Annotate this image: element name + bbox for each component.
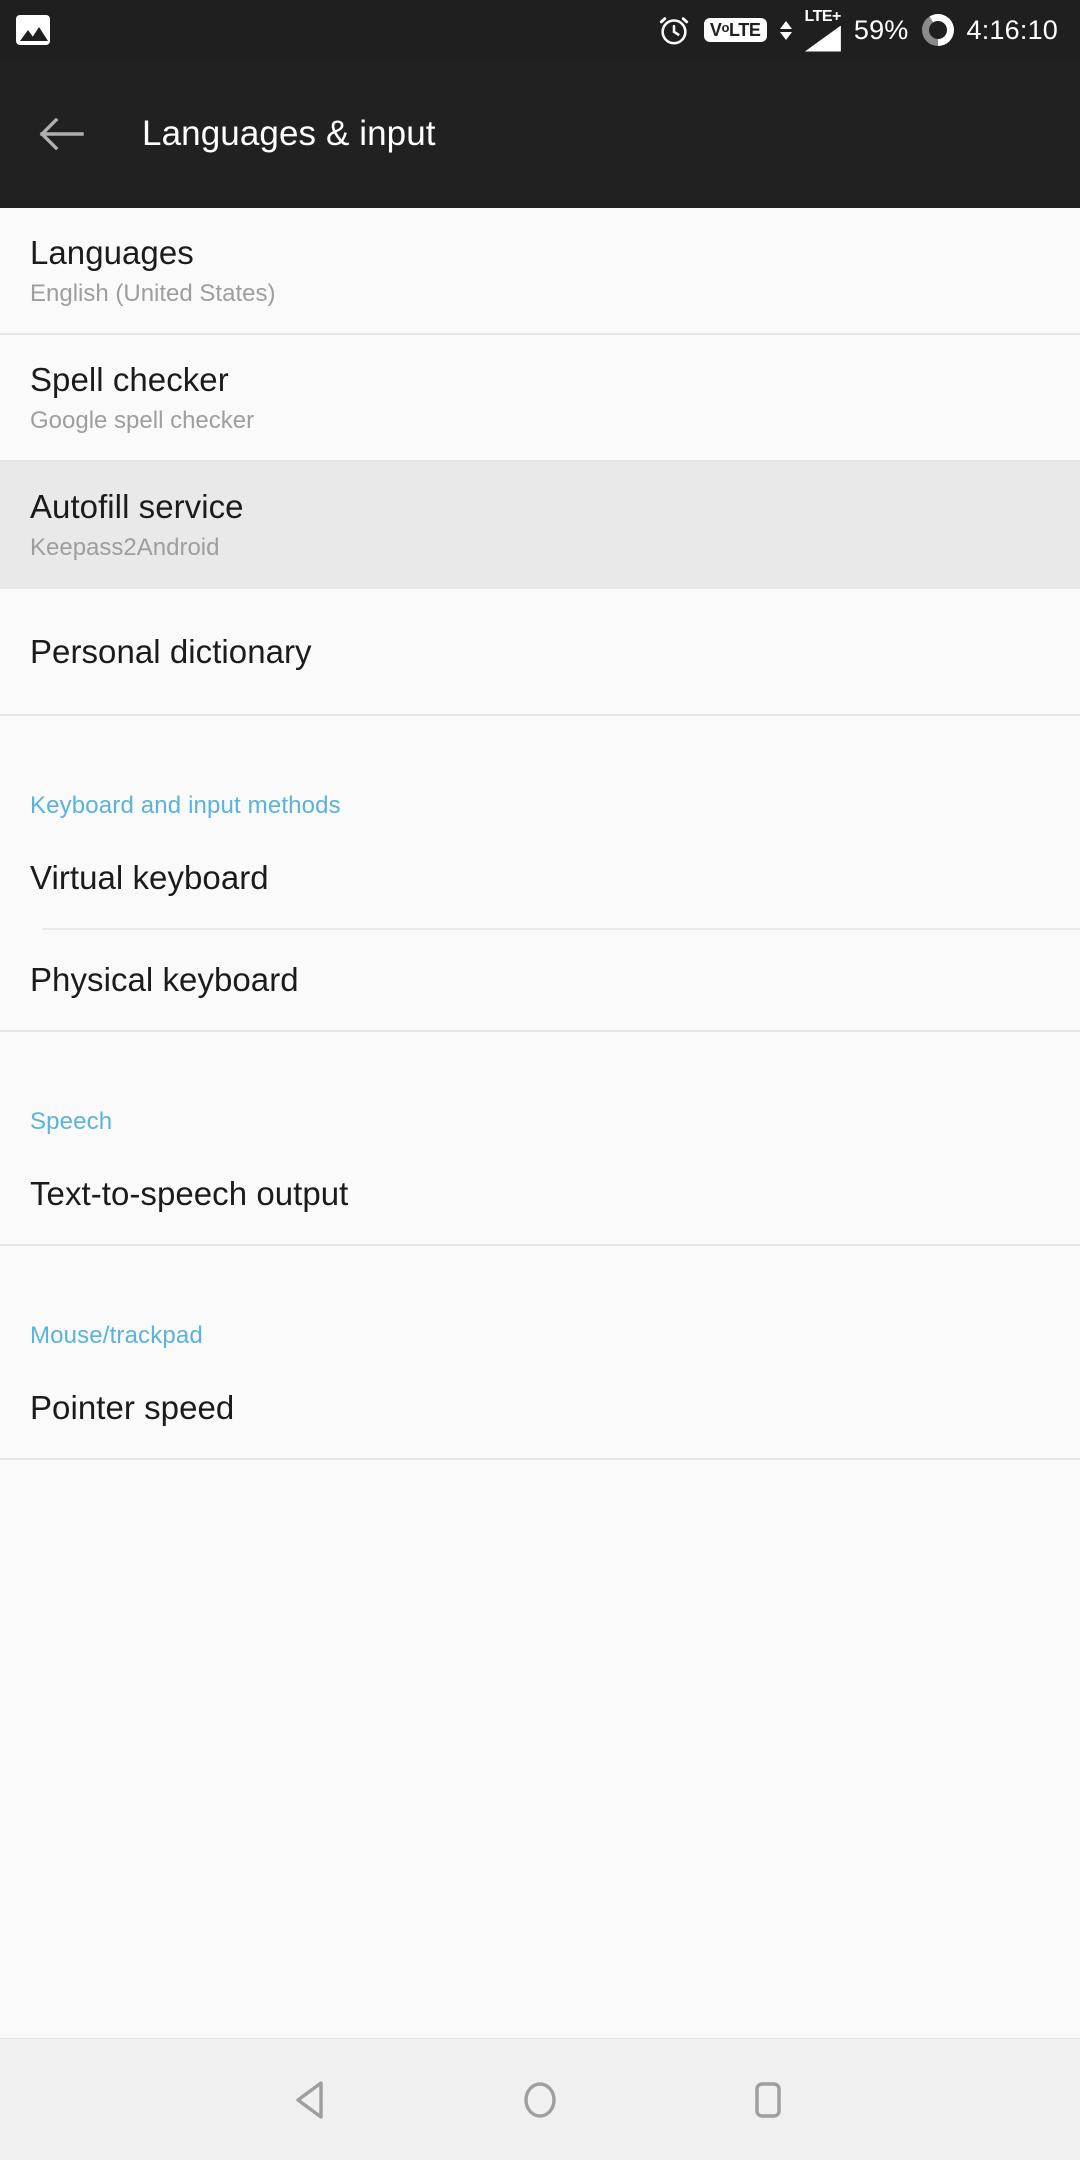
status-bar-system-icons: VoLTE LTE+ 59% 4:16:10	[657, 7, 1058, 52]
row-title: Pointer speed	[30, 1389, 235, 1427]
section-header-mouse-trackpad: Mouse/trackpad	[0, 1280, 1080, 1358]
network-type-label: LTE+	[804, 7, 842, 25]
row-title: Text-to-speech output	[30, 1175, 349, 1213]
section-header-keyboard-and-input-methods: Keyboard and input methods	[0, 750, 1080, 828]
nav-recents-button[interactable]	[684, 2039, 852, 2160]
back-button[interactable]	[33, 106, 89, 162]
row-title: Spell checker	[30, 360, 229, 398]
settings-row-pointer-speed[interactable]: Pointer speed	[0, 1358, 1080, 1458]
phone-screen: VoLTE LTE+ 59% 4:16:10 Languages & input	[0, 0, 1080, 2160]
nav-back-triangle-icon	[296, 2080, 323, 2119]
nav-recents-square-icon	[755, 2081, 781, 2118]
volte-badge: VoLTE	[703, 17, 767, 43]
alarm-icon	[659, 17, 689, 45]
settings-row-physical-keyboard[interactable]: Physical keyboard	[0, 930, 1080, 1030]
row-title: Languages	[30, 233, 194, 271]
row-title: Personal dictionary	[30, 632, 312, 670]
list-bottom-space	[0, 1460, 1080, 1580]
volte-label: VoLTE	[709, 19, 761, 40]
row-subtitle: Keepass2Android	[30, 533, 220, 561]
settings-row-spell-checker[interactable]: Spell checker Google spell checker	[0, 335, 1080, 460]
clock-label: 4:16:10	[966, 14, 1058, 45]
photo-icon	[16, 15, 50, 45]
settings-row-personal-dictionary[interactable]: Personal dictionary	[0, 589, 1080, 714]
navigation-bar	[0, 2038, 1080, 2160]
section-header-speech: Speech	[0, 1066, 1080, 1144]
section-header-label: Keyboard and input methods	[30, 792, 341, 819]
section-header-label: Mouse/trackpad	[30, 1322, 203, 1349]
settings-row-virtual-keyboard[interactable]: Virtual keyboard	[0, 828, 1080, 928]
settings-row-autofill-service[interactable]: Autofill service Keepass2Android	[0, 462, 1080, 587]
row-title: Physical keyboard	[30, 961, 299, 999]
settings-row-text-to-speech-output[interactable]: Text-to-speech output	[0, 1144, 1080, 1244]
data-transfer-arrows-icon	[779, 20, 792, 40]
row-subtitle: Google spell checker	[30, 406, 255, 434]
row-subtitle: English (United States)	[30, 279, 276, 307]
arrow-left-icon	[39, 117, 84, 151]
status-bar-notifications	[16, 15, 50, 45]
section-header-label: Speech	[30, 1108, 113, 1135]
nav-back-button[interactable]	[228, 2039, 396, 2160]
settings-row-languages[interactable]: Languages English (United States)	[0, 208, 1080, 333]
row-title: Autofill service	[30, 487, 244, 525]
row-title: Virtual keyboard	[30, 859, 269, 897]
nav-home-circle-icon	[524, 2081, 556, 2118]
battery-ring-icon	[921, 14, 954, 46]
app-bar: Languages & input	[0, 60, 1080, 208]
battery-percent-label: 59%	[853, 14, 909, 45]
page-title: Languages & input	[142, 114, 436, 153]
nav-home-button[interactable]	[456, 2039, 624, 2160]
signal-bars-icon: LTE+	[804, 7, 842, 52]
status-bar: VoLTE LTE+ 59% 4:16:10	[0, 0, 1080, 60]
settings-list[interactable]: Languages English (United States) Spell …	[0, 208, 1080, 2038]
